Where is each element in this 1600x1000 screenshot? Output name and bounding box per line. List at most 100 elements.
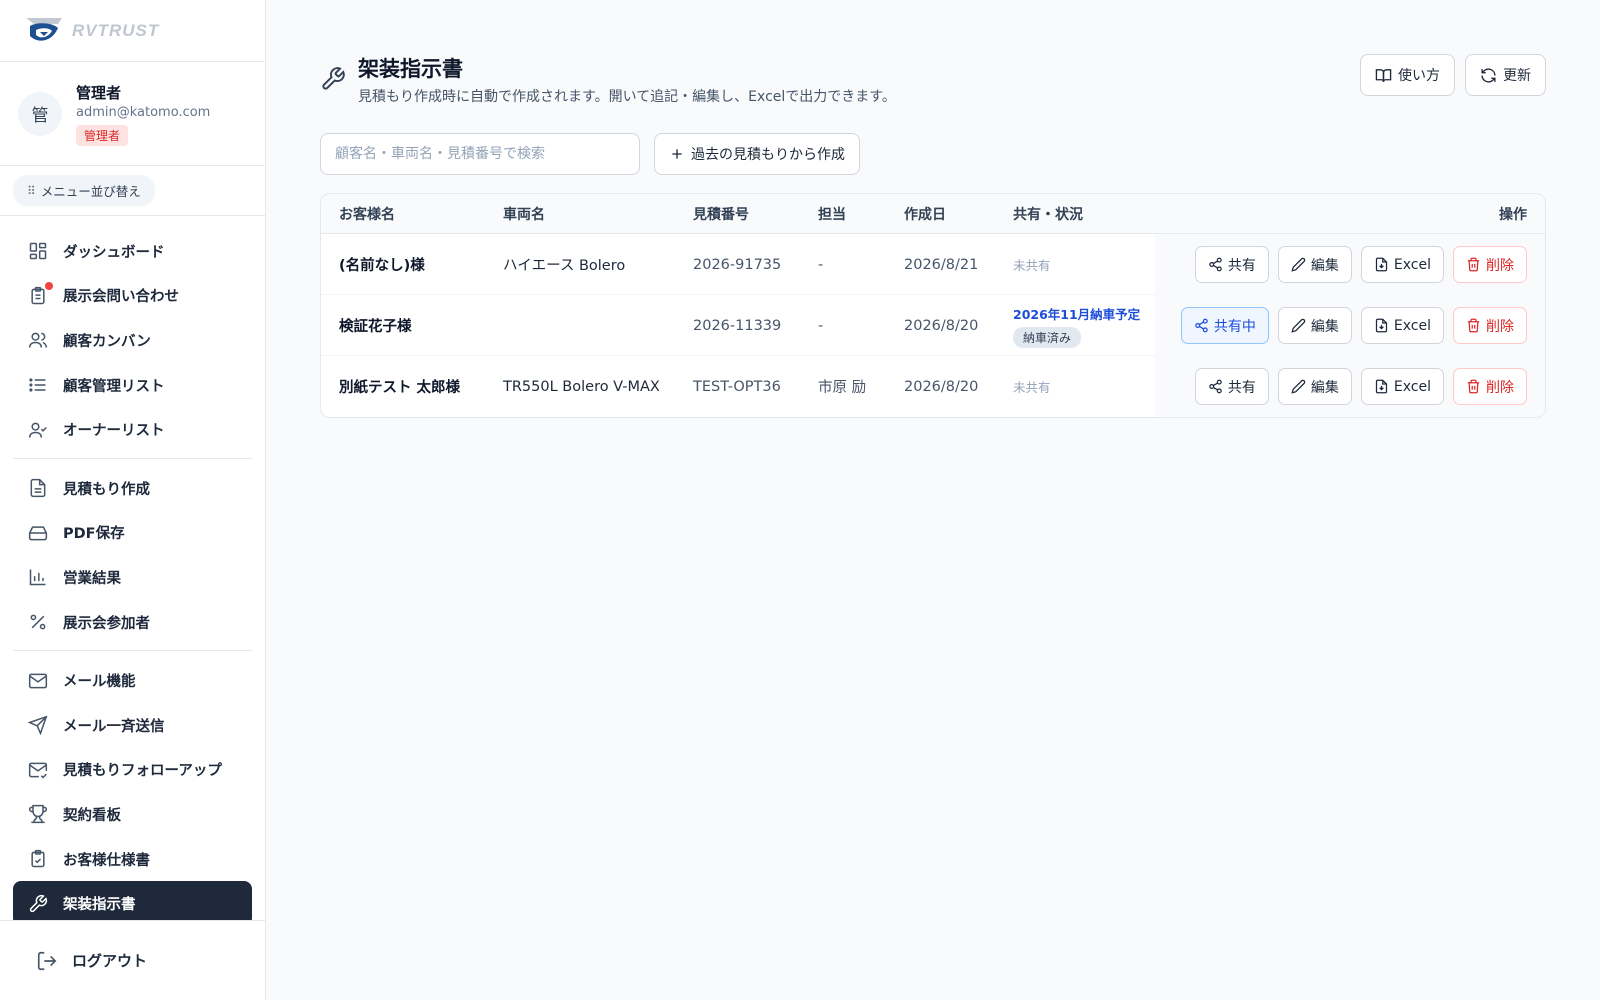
column-header-created: 作成日	[904, 207, 946, 223]
list-icon	[27, 374, 49, 396]
menu-divider	[13, 650, 252, 652]
sidebar-item-label: 見積もり作成	[63, 481, 150, 498]
sidebar-item-label: お客様仕様書	[63, 852, 150, 869]
share-button[interactable]: 共有	[1194, 246, 1269, 283]
sidebar-item-pdf-save[interactable]: PDF保存	[13, 511, 252, 556]
excel-label: Excel	[1393, 256, 1431, 273]
page-title: 架装指示書	[358, 57, 463, 81]
sidebar-item-quote-followup[interactable]: 見積もりフォローアップ	[13, 748, 252, 793]
create-from-quote-button[interactable]: 過去の見積もりから作成	[654, 133, 860, 175]
pencil-icon	[1291, 379, 1306, 394]
excel-button[interactable]: Excel	[1360, 368, 1444, 405]
edit-label: 編集	[1310, 379, 1339, 396]
delete-button[interactable]: 削除	[1453, 307, 1527, 344]
mail-check-icon	[27, 759, 49, 781]
notification-dot	[45, 281, 53, 290]
column-header-vehicle: 車両名	[503, 207, 545, 223]
delete-label: 削除	[1486, 318, 1514, 335]
sidebar-item-label: ダッシュボード	[63, 244, 165, 261]
main-content: 架装指示書 見積もり作成時に自動で作成されます。開いて追記・編集し、Excelで…	[266, 0, 1600, 1000]
user-name: 管理者	[76, 83, 122, 102]
percent-icon	[27, 611, 49, 633]
sharing-button[interactable]: 共有中	[1180, 307, 1269, 344]
sidebar-item-customer-kanban[interactable]: 顧客カンバン	[13, 318, 252, 363]
sidebar-item-mail[interactable]: メール機能	[13, 658, 252, 703]
logout-button[interactable]: ログアウト	[0, 920, 265, 1000]
trash-icon	[1466, 257, 1481, 272]
share-icon	[1208, 257, 1223, 272]
instructions-table: お客様名 車両名 見積番号 担当 作成日 共有・状況 操作 (名前なし)様 ハイ…	[320, 193, 1546, 418]
sidebar-item-owner-list[interactable]: オーナーリスト	[13, 407, 252, 452]
send-icon	[27, 714, 49, 736]
grip-icon: ⠿	[27, 183, 36, 198]
sidebar-item-label: PDF保存	[63, 526, 125, 543]
delete-button[interactable]: 削除	[1453, 246, 1527, 283]
sidebar-item-customer-specs[interactable]: お客様仕様書	[13, 837, 252, 882]
sidebar-item-sales-results[interactable]: 営業結果	[13, 555, 252, 600]
file-download-icon	[1374, 257, 1389, 272]
user-info: 管理者 admin@katomo.com 管理者	[76, 82, 210, 146]
file-download-icon	[1374, 379, 1389, 394]
share-status: 未共有	[1013, 356, 1051, 417]
customer-name: (名前なし)様	[339, 258, 425, 274]
pencil-icon	[1291, 257, 1306, 272]
sidebar-item-contract-board[interactable]: 契約看板	[13, 792, 252, 837]
reorder-area: ⠿ メニュー並び替え	[0, 166, 265, 216]
edit-button[interactable]: 編集	[1277, 307, 1352, 344]
search-input[interactable]	[320, 133, 640, 175]
sidebar-item-label: 顧客管理リスト	[63, 378, 165, 395]
book-open-icon	[1375, 67, 1392, 84]
edit-label: 編集	[1310, 318, 1339, 335]
excel-label: Excel	[1393, 378, 1431, 395]
edit-button[interactable]: 編集	[1277, 368, 1352, 405]
sidebar: RVTRUST 管 管理者 admin@katomo.com 管理者 ⠿ メニュ…	[0, 0, 266, 1000]
users-icon	[27, 329, 49, 351]
delete-button[interactable]: 削除	[1453, 368, 1527, 405]
page-subtitle: 見積もり作成時に自動で作成されます。開いて追記・編集し、Excelで出力できます…	[358, 89, 896, 105]
guide-button[interactable]: 使い方	[1360, 54, 1455, 96]
page-header: 架装指示書 見積もり作成時に自動で作成されます。開いて追記・編集し、Excelで…	[320, 54, 896, 106]
pencil-icon	[1291, 318, 1306, 333]
staff-name: 市原 励	[818, 380, 867, 396]
sidebar-item-label: 契約看板	[63, 807, 121, 824]
role-badge: 管理者	[76, 124, 129, 146]
share-label: 共有	[1227, 379, 1256, 396]
share-button[interactable]: 共有	[1194, 368, 1269, 405]
sidebar-item-customer-list[interactable]: 顧客管理リスト	[13, 363, 252, 408]
sidebar-menu: ダッシュボード 展示会問い合わせ 顧客カンバン 顧客管理リスト オーナーリスト …	[0, 216, 265, 926]
share-label: 共有	[1227, 257, 1256, 274]
created-date: 2026/8/20	[904, 378, 979, 395]
menu-divider	[13, 457, 252, 459]
logout-label: ログアウト	[72, 952, 148, 970]
create-from-quote-label: 過去の見積もりから作成	[691, 147, 845, 163]
created-date: 2026/8/21	[904, 256, 979, 273]
logo-area: RVTRUST	[0, 0, 265, 62]
row-actions: 共有 編集 Excel 削除	[1194, 234, 1527, 295]
excel-button[interactable]: Excel	[1360, 246, 1444, 283]
quote-number: TEST-OPT36	[693, 378, 781, 395]
sidebar-item-exhibition-participants[interactable]: 展示会参加者	[13, 600, 252, 645]
excel-label: Excel	[1393, 317, 1431, 334]
sidebar-item-dashboard[interactable]: ダッシュボード	[13, 229, 252, 274]
excel-button[interactable]: Excel	[1360, 307, 1444, 344]
share-label: 共有中	[1213, 318, 1256, 335]
sidebar-item-mail-broadcast[interactable]: メール一斉送信	[13, 703, 252, 748]
mail-icon	[27, 670, 49, 692]
customer-name: 検証花子様	[339, 319, 412, 335]
trash-icon	[1466, 379, 1481, 394]
sidebar-item-quote-create[interactable]: 見積もり作成	[13, 466, 252, 511]
logout-icon	[36, 950, 58, 972]
wrench-icon	[27, 893, 49, 915]
sidebar-item-label: 見積もりフォローアップ	[63, 763, 222, 780]
share-icon	[1208, 379, 1223, 394]
menu-reorder-button[interactable]: ⠿ メニュー並び替え	[13, 175, 155, 206]
edit-button[interactable]: 編集	[1277, 246, 1352, 283]
user-email: admin@katomo.com	[76, 104, 211, 120]
sidebar-item-exhibition-inquiries[interactable]: 展示会問い合わせ	[13, 274, 252, 319]
header-actions: 使い方 更新	[1360, 54, 1546, 96]
delivery-schedule: 2026年11月納車予定	[1013, 306, 1141, 322]
plus-icon	[669, 146, 685, 162]
table-row: (名前なし)様 ハイエース Bolero 2026-91735 - 2026/8…	[321, 234, 1545, 295]
refresh-button[interactable]: 更新	[1465, 54, 1546, 96]
table-row: 検証花子様 2026-11339 - 2026/8/20 2026年11月納車予…	[321, 295, 1545, 356]
